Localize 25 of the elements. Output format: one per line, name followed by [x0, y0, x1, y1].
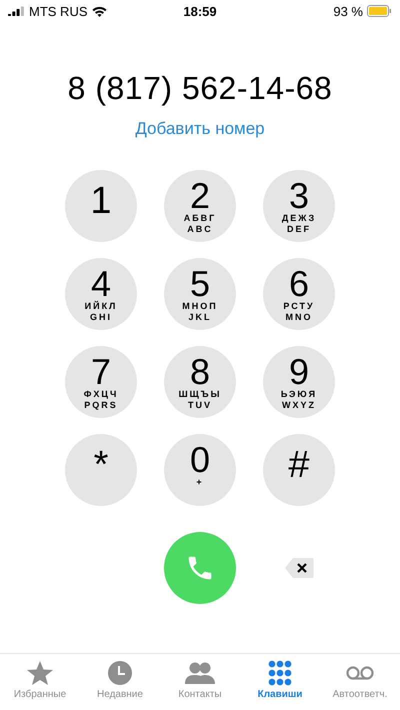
star-icon — [25, 660, 55, 686]
dial-key[interactable]: 9 ЬЭЮЯ WXYZ — [263, 346, 335, 418]
dial-key[interactable]: * — [65, 434, 137, 506]
dial-key[interactable]: 6 РСТУ MNO — [263, 258, 335, 330]
phone-number: 8 (817) 562-14-68 — [66, 70, 334, 107]
dial-key[interactable]: 3 ДЕЖЗ DEF — [263, 170, 335, 242]
dial-key[interactable]: 8 ШЩЪЫ TUV — [164, 346, 236, 418]
wifi-icon — [92, 6, 106, 16]
tab-bar-item[interactable]: Клавиши — [240, 654, 320, 710]
clock-time: 18:59 — [183, 4, 217, 18]
dial-key[interactable]: 0 + — [164, 434, 236, 506]
dial-key[interactable]: # — [263, 434, 335, 506]
delete-icon[interactable] — [284, 557, 314, 579]
battery-icon — [367, 5, 392, 17]
dial-key[interactable]: 7 ФХЦЧ PQRS — [65, 346, 137, 418]
carrier-name: MTS RUS — [29, 4, 88, 18]
add-number-link[interactable]: Добавить номер — [0, 119, 400, 139]
clock-icon — [105, 660, 135, 686]
people-icon — [185, 660, 215, 686]
dial-key[interactable]: 5 МНОП JKL — [164, 258, 236, 330]
dial-key[interactable]: 4 ИЙКЛ GHI — [65, 258, 137, 330]
dial-key[interactable]: 2 АБВГ ABC — [164, 170, 236, 242]
battery-percent: 93 % — [333, 4, 363, 18]
dial-key[interactable]: 1 — [65, 170, 137, 242]
signal-icon — [8, 6, 25, 16]
